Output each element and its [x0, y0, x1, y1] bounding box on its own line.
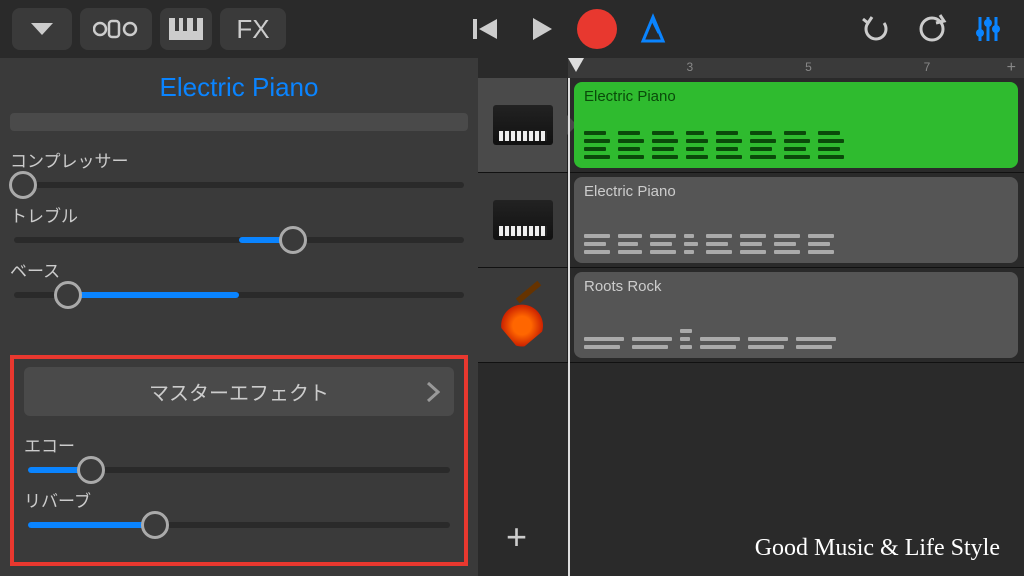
echo-slider-group: エコー: [24, 432, 454, 473]
mixer-button[interactable]: [964, 13, 1012, 45]
undo-icon: [860, 13, 892, 45]
region-title: Electric Piano: [584, 183, 1008, 200]
chevron-right-icon: [426, 381, 440, 403]
instrument-browser-dropdown[interactable]: [12, 8, 72, 50]
track-region[interactable]: Roots Rock: [574, 272, 1018, 358]
time-ruler[interactable]: 3 5 7 +: [568, 58, 1024, 78]
instrument-tab-bar[interactable]: [10, 113, 468, 131]
compressor-slider-group: コンプレッサー: [10, 147, 468, 188]
timeline-area: 3 5 7 + Electric Piano: [478, 58, 1024, 576]
triangle-down-icon: [29, 21, 55, 37]
track-region[interactable]: Electric Piano: [574, 82, 1018, 168]
track-row: Roots Rock: [478, 268, 1024, 363]
watermark-text: Good Music & Life Style: [755, 535, 1000, 562]
top-toolbar: FX: [0, 0, 1024, 58]
skip-back-icon: [471, 15, 499, 43]
keyboard-view-button[interactable]: [160, 8, 212, 50]
echo-slider[interactable]: [28, 467, 450, 473]
playhead-flag-icon[interactable]: [568, 58, 584, 72]
fx-button[interactable]: FX: [220, 8, 286, 50]
guitar-instrument-icon: [487, 280, 557, 350]
playhead-line[interactable]: [568, 78, 570, 576]
track-region[interactable]: Electric Piano: [574, 177, 1018, 263]
region-title: Roots Rock: [584, 278, 1008, 295]
instrument-panel: Electric Piano コンプレッサー トレブル ベース: [0, 58, 478, 576]
midi-notes-preview: [584, 109, 1008, 159]
bass-label: ベース: [10, 257, 468, 282]
view-mode-button[interactable]: [80, 8, 152, 50]
bass-slider[interactable]: [14, 292, 464, 298]
reverb-label: リバーブ: [24, 487, 454, 512]
record-icon: [577, 9, 617, 49]
fx-label: FX: [236, 14, 269, 45]
add-track-button[interactable]: +: [506, 516, 527, 558]
play-button[interactable]: [517, 15, 565, 43]
track-row: Electric Piano: [478, 173, 1024, 268]
region-title: Electric Piano: [584, 88, 1008, 105]
track-row: Electric Piano: [478, 78, 1024, 173]
play-icon: [527, 15, 555, 43]
compressor-label: コンプレッサー: [10, 147, 468, 172]
sliders-icon: [972, 13, 1004, 45]
track-header[interactable]: [478, 78, 568, 172]
treble-label: トレブル: [10, 202, 468, 227]
echo-label: エコー: [24, 432, 454, 457]
undo-button[interactable]: [852, 13, 900, 45]
track-header[interactable]: [478, 268, 568, 362]
tracks-container: Electric Piano: [478, 78, 1024, 576]
add-marker-icon[interactable]: +: [1007, 59, 1016, 77]
ruler-tick: 5: [805, 60, 812, 74]
master-effects-title: マスターエフェクト: [149, 377, 329, 406]
loop-button[interactable]: [908, 13, 956, 45]
loop-icon: [916, 13, 948, 45]
master-effects-section: マスターエフェクト エコー リバーブ: [10, 355, 468, 566]
ruler-tick: 3: [687, 60, 694, 74]
rewind-button[interactable]: [461, 15, 509, 43]
piano-keys-icon: [169, 18, 203, 40]
reverb-slider-group: リバーブ: [24, 487, 454, 528]
view-mode-icon: [93, 18, 139, 40]
midi-notes-preview: [584, 299, 1008, 349]
treble-slider[interactable]: [14, 237, 464, 243]
treble-slider-group: トレブル: [10, 202, 468, 243]
track-header[interactable]: [478, 173, 568, 267]
bass-slider-group: ベース: [10, 257, 468, 298]
piano-instrument-icon: [493, 105, 553, 145]
metronome-button[interactable]: [629, 13, 677, 45]
midi-notes-preview: [584, 204, 1008, 254]
reverb-slider[interactable]: [28, 522, 450, 528]
master-effects-header[interactable]: マスターエフェクト: [24, 367, 454, 416]
piano-instrument-icon: [493, 200, 553, 240]
compressor-slider[interactable]: [14, 182, 464, 188]
record-button[interactable]: [573, 9, 621, 49]
ruler-tick: 7: [924, 60, 931, 74]
instrument-title[interactable]: Electric Piano: [10, 66, 468, 113]
metronome-icon: [637, 13, 669, 45]
